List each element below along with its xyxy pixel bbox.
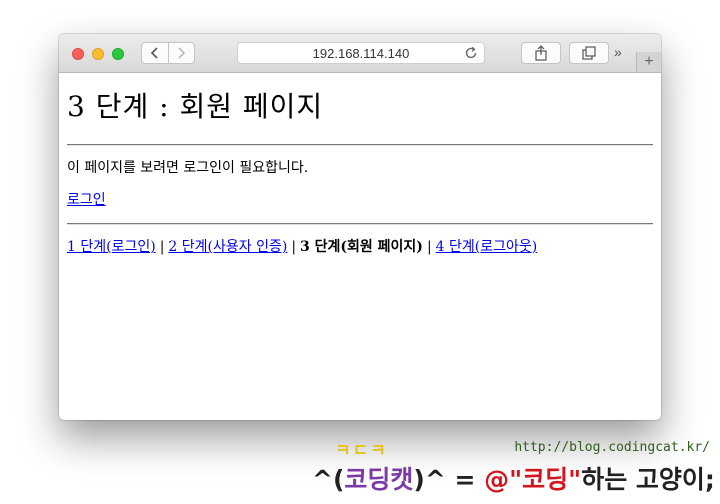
watermark-part: @"코딩" — [484, 465, 582, 494]
step1-login-link[interactable]: 1 단계(로그인) — [67, 239, 156, 255]
step-navigation: 1 단계(로그인) | 2 단계(사용자 인증) | 3 단계(회원 페이지) | 4 단계… — [67, 238, 653, 256]
page-content: 3 단계 : 회원 페이지 이 페이지를 보려면 로그인이 필요합니다. 로그인… — [59, 73, 661, 420]
watermark-part: 하는 고양이; — [581, 465, 715, 494]
divider — [67, 144, 653, 146]
new-tab-button[interactable]: + — [636, 52, 661, 72]
plus-icon: + — [644, 53, 654, 70]
step2-auth-link[interactable]: 2 단계(사용자 인증) — [168, 239, 287, 255]
watermark-logo: ^(코딩캣)^ = @"코딩"하는 고양이; — [312, 460, 715, 496]
nav-separator: | — [159, 239, 165, 255]
forward-button[interactable] — [167, 43, 195, 63]
tabs-icon — [582, 46, 596, 60]
nav-separator: | — [426, 239, 432, 255]
chevron-right-icon — [178, 47, 186, 59]
minimize-window-button[interactable] — [92, 48, 104, 60]
more-toolbar-button[interactable]: » — [614, 44, 622, 60]
divider — [67, 223, 653, 225]
nav-separator: | — [291, 239, 297, 255]
back-button[interactable] — [142, 43, 168, 63]
chevron-left-icon — [150, 47, 158, 59]
watermark-url: http://blog.codingcat.kr/ — [514, 440, 710, 455]
tabs-overview-button[interactable] — [569, 42, 609, 64]
page-title: 3 단계 : 회원 페이지 — [67, 90, 324, 123]
browser-window: 192.168.114.140 » + 3 단계 : 회원 페이지 이 페이지를… — [59, 34, 661, 420]
reload-icon[interactable] — [464, 46, 478, 60]
address-bar[interactable]: 192.168.114.140 — [237, 42, 485, 64]
login-link[interactable]: 로그인 — [67, 191, 653, 209]
watermark-part: )^ = — [413, 465, 485, 494]
watermark-part: 코딩캣 — [344, 465, 414, 494]
browser-toolbar: 192.168.114.140 » + — [59, 34, 661, 73]
close-window-button[interactable] — [72, 48, 84, 60]
step3-current-label: 3 단계(회원 페이지) — [300, 239, 423, 255]
address-text: 192.168.114.140 — [312, 45, 410, 61]
zoom-window-button[interactable] — [112, 48, 124, 60]
step4-logout-link[interactable]: 4 단계(로그아웃) — [436, 239, 538, 255]
watermark-logo-top: ㅋㄷㅋ — [335, 441, 388, 461]
watermark-part: ^( — [312, 465, 345, 494]
share-icon — [535, 45, 547, 61]
history-nav — [141, 42, 195, 64]
share-button[interactable] — [521, 42, 561, 64]
login-required-message: 이 페이지를 보려면 로그인이 필요합니다. — [67, 160, 309, 176]
